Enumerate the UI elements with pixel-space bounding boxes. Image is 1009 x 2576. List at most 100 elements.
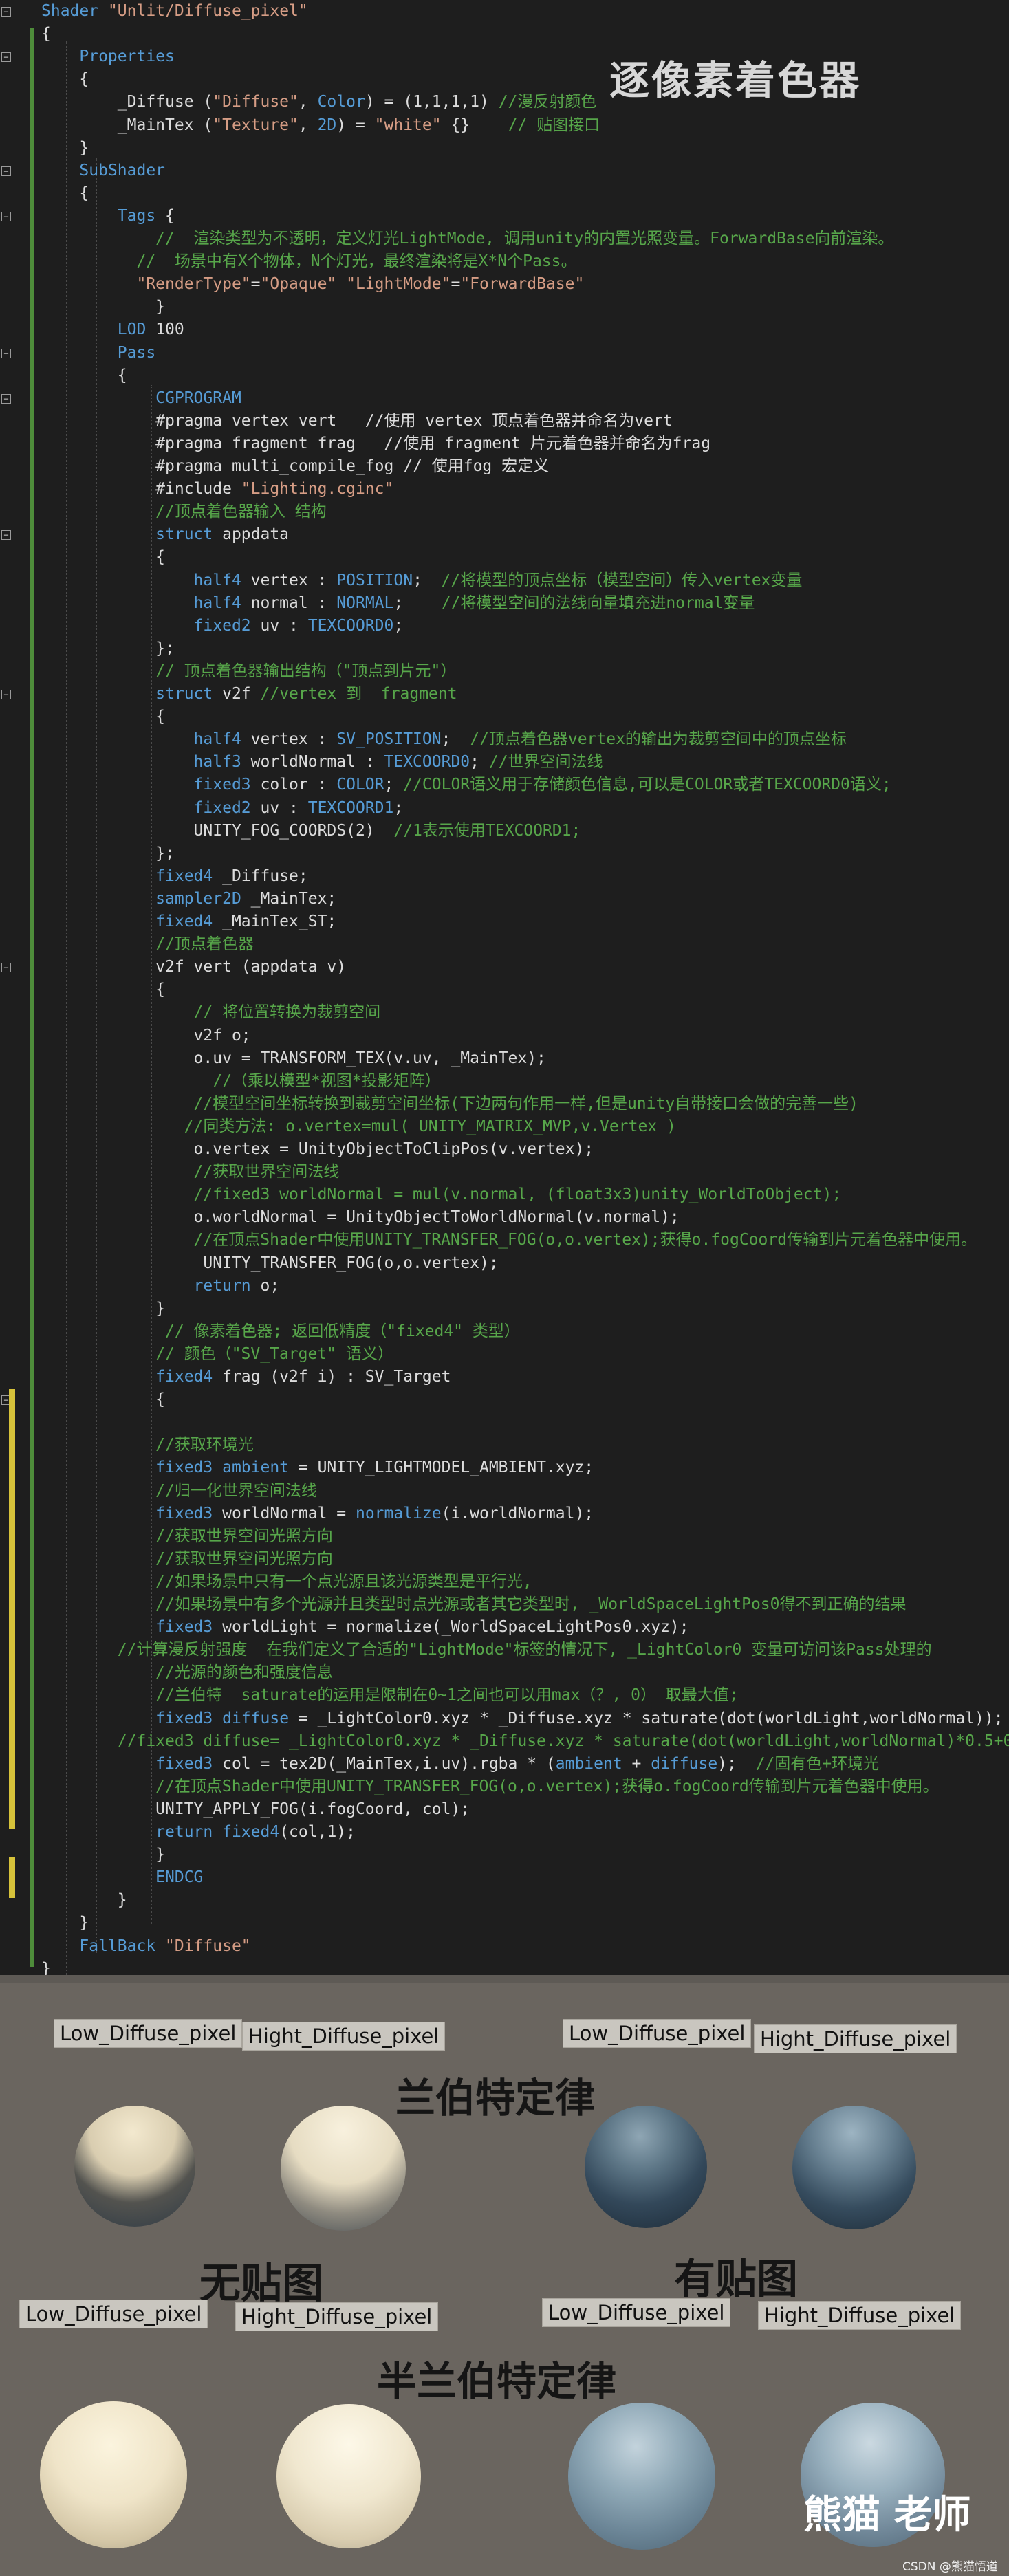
code-token: //计算漫反射强度 在我们定义了合适的"LightMode"标签的情况下, _L… — [41, 1641, 932, 1659]
code-token: "Lighting.cginc" — [241, 480, 394, 499]
code-token: worldLight = normalize(_WorldSpaceLightP… — [213, 1618, 689, 1637]
fold-toggle-icon[interactable]: − — [1, 348, 11, 358]
code-line: }; — [41, 842, 175, 865]
fold-toggle-icon[interactable]: − — [1, 7, 11, 17]
code-token: "LightMode" — [346, 275, 451, 294]
render-preview: Low_Diffuse_pixel Hight_Diffuse_pixel Lo… — [0, 1975, 1009, 2576]
code-token: //获取世界空间光照方向 — [41, 1527, 333, 1545]
code-token: //在顶点Shader中使用UNITY_TRANSFER_FOG(o,o.ver… — [41, 1231, 977, 1249]
code-editor[interactable]: − − − − − − − − − − Shader "Unlit/Diffuse_pixel"{… — [0, 0, 1009, 1975]
code-token: { — [41, 184, 89, 202]
code-token: half4 — [41, 593, 241, 612]
code-line: }; — [41, 637, 175, 660]
code-line: // 顶点着色器输出结构（"顶点到片元"） — [41, 660, 456, 683]
code-token: "Diffuse" — [155, 1936, 251, 1955]
code-line: //在顶点Shader中使用UNITY_TRANSFER_FOG(o,o.ver… — [41, 1776, 939, 1798]
code-token: } — [41, 298, 166, 316]
code-token: = UNITY_LIGHTMODEL_AMBIENT.xyz; — [289, 1459, 594, 1477]
sphere-lambert-plain-hight — [281, 2106, 406, 2231]
code-token: { — [41, 70, 89, 89]
code-line: { — [41, 364, 127, 387]
code-token: } — [41, 1846, 166, 1864]
code-line: { — [41, 979, 165, 1001]
fold-toggle-icon[interactable]: − — [1, 166, 11, 176]
label-hight-diffuse-mid-right: Hight_Diffuse_pixel — [758, 2301, 962, 2330]
fold-toggle-icon[interactable]: − — [1, 530, 11, 541]
code-line: struct v2f //vertex 到 fragment — [41, 683, 457, 706]
code-token: diffuse — [651, 1754, 718, 1773]
code-token: "Diffuse" — [213, 93, 299, 111]
code-token: , — [298, 93, 318, 111]
fold-toggle-icon[interactable]: − — [1, 393, 11, 404]
code-token: //将模型的顶点坐标（模型空间）传入vertex变量 — [441, 571, 803, 589]
code-line: half3 worldNormal : TEXCOORD0; //世界空间法线 — [41, 751, 603, 774]
code-token: FallBack — [41, 1936, 156, 1955]
code-line: UNITY_TRANSFER_FOG(o,o.vertex); — [41, 1252, 498, 1275]
code-token: ); — [717, 1754, 756, 1773]
code-token: //（乘以模型*视图*投影矩阵） — [41, 1071, 441, 1090]
code-line: o.worldNormal = UnityObjectToWorldNormal… — [41, 1206, 680, 1229]
code-token: = — [451, 275, 461, 294]
code-token: fixed4 — [41, 866, 213, 885]
code-token: ENDCG — [41, 1868, 204, 1887]
code-line: v2f o; — [41, 1025, 251, 1047]
code-token: worldNormal : — [241, 753, 384, 772]
label-low-diffuse-mid-right: Low_Diffuse_pixel — [542, 2298, 731, 2327]
code-token: uv : — [250, 798, 308, 817]
code-token: half4 — [41, 730, 241, 749]
code-line: } — [41, 1958, 51, 1975]
code-token: _MainTex; — [241, 889, 337, 908]
code-token: // 顶点着色器输出结构（"顶点到片元"） — [41, 662, 457, 680]
fold-toggle-icon[interactable]: − — [1, 52, 11, 63]
code-line: SubShader — [41, 160, 165, 182]
code-token: //获取世界空间光照方向 — [41, 1549, 333, 1568]
code-line: } — [41, 1844, 165, 1866]
sphere-lambert-plain-low — [74, 2106, 195, 2227]
code-line: //如果场景中只有一个点光源且该光源类型是平行光, — [41, 1571, 532, 1593]
code-token: //获取世界空间法线 — [41, 1163, 340, 1181]
code-token: ; — [384, 776, 404, 794]
code-line: //获取世界空间光照方向 — [41, 1548, 333, 1571]
code-line: half4 vertex : SV_POSITION; //顶点着色器verte… — [41, 728, 847, 751]
code-token: ; — [393, 616, 404, 635]
code-token: TEXCOORD1 — [307, 798, 394, 817]
code-line: return fixed4(col,1); — [41, 1821, 356, 1844]
code-line: { — [41, 706, 165, 728]
code-line: // 颜色（"SV_Target" 语义） — [41, 1343, 393, 1366]
label-low-diffuse-mid-left: Low_Diffuse_pixel — [19, 2300, 208, 2328]
fold-toggle-icon[interactable]: − — [1, 690, 11, 699]
code-token: worldNormal = — [213, 1504, 356, 1522]
title-half-lambert: 半兰伯特定律 — [377, 2358, 617, 2405]
code-token: ) = (1,1,1,1) — [365, 93, 499, 111]
code-token: fixed4 — [41, 1368, 213, 1386]
code-line: UNITY_FOG_COORDS(2) //1表示使用TEXCOORD1; — [41, 820, 581, 842]
code-token: TEXCOORD0 — [307, 616, 394, 635]
code-token: ; — [470, 753, 489, 772]
code-token: o.vertex = UnityObjectToClipPos(v.vertex… — [41, 1140, 594, 1158]
code-line: _Diffuse ("Diffuse", Color) = (1,1,1,1) … — [41, 91, 597, 113]
code-token: "white" — [374, 116, 442, 134]
code-line: // 将位置转换为裁剪空间 — [41, 1001, 381, 1024]
code-token: v2f vert (appdata v) — [41, 958, 347, 976]
fold-toggle-icon[interactable]: − — [1, 963, 11, 973]
code-token: Properties — [41, 47, 175, 66]
code-token: //光源的颜色和强度信息 — [41, 1663, 333, 1682]
code-token: POSITION — [336, 571, 413, 589]
code-line: { — [41, 68, 89, 91]
code-token: = — [250, 275, 261, 294]
sphere-lambert-textured-low — [585, 2106, 707, 2228]
code-token: //如果场景中只有一个点光源且该光源类型是平行光, — [41, 1572, 532, 1591]
code-token: "ForwardBase" — [460, 275, 585, 294]
code-token: 2D — [317, 116, 337, 134]
fold-toggle-icon[interactable]: − — [1, 211, 11, 221]
code-line: fixed3 color : COLOR; //COLOR语义用于存储颜色信息,… — [41, 774, 891, 796]
code-token: ambient — [222, 1459, 290, 1477]
code-token: } — [41, 138, 89, 157]
csdn-credit: CSDN @熊猫悟道 — [902, 2560, 998, 2574]
code-line: // 像素着色器; 返回低精度（"fixed4" 类型） — [41, 1320, 520, 1343]
code-token: frag (v2f i) : SV_Target — [213, 1368, 451, 1386]
code-token: struct — [41, 685, 213, 703]
code-token: v2f o; — [41, 1026, 251, 1045]
